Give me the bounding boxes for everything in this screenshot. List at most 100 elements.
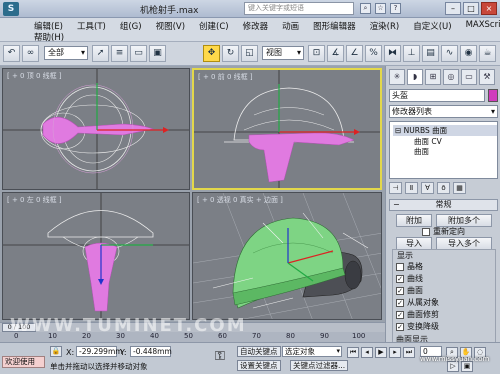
display-curves-label: 曲线 [407, 274, 423, 283]
display-trims-checkbox[interactable]: ✓ 曲面修剪 [396, 309, 439, 320]
menu-views[interactable]: 视图(V) [156, 20, 185, 32]
watermark-text: WWW.TUMINET.COM [10, 315, 247, 336]
viewport-left[interactable]: [ + 0 左 0 线框 ] [2, 192, 190, 320]
percent-snap-icon[interactable]: % [365, 45, 382, 62]
select-object-icon[interactable]: ➚ [92, 45, 109, 62]
y-coord-field[interactable]: -0.448mm [130, 346, 172, 357]
minimize-button[interactable]: – [445, 2, 461, 15]
corner-watermark: www.missyuan.com [420, 355, 490, 363]
menu-tools[interactable]: 工具(T) [77, 20, 106, 32]
viewport-top-label[interactable]: [ + 0 顶 0 线框 ] [7, 71, 62, 81]
reorient-checkbox[interactable]: 重新定向 [422, 226, 465, 237]
render-icon[interactable]: ☕ [479, 45, 496, 62]
viewport-top[interactable]: [ + 0 顶 0 线框 ] [2, 68, 190, 190]
window-crossing-icon[interactable]: ▣ [149, 45, 166, 62]
create-tab-icon[interactable]: ✳ [389, 69, 405, 85]
curve-editor-icon[interactable]: ∿ [441, 45, 458, 62]
utilities-tab-icon[interactable]: ⚒ [479, 69, 495, 85]
select-and-rotate-icon[interactable]: ↻ [222, 45, 239, 62]
go-to-end-icon[interactable]: ⏭ [403, 347, 415, 358]
binoculars-icon[interactable]: ⌕ [360, 3, 371, 14]
viewport-front[interactable]: [ + 0 前 0 线框 ] [192, 68, 382, 190]
rect-selection-icon[interactable]: ▭ [130, 45, 147, 62]
modifier-list-select[interactable]: 修改器列表 [389, 105, 498, 118]
menu-animation[interactable]: 动画 [282, 20, 299, 32]
left-view-drawing [3, 193, 189, 319]
snap-icon[interactable]: ∡ [327, 45, 344, 62]
link-icon[interactable]: ∞ [22, 45, 39, 62]
menu-create[interactable]: 创建(C) [199, 20, 229, 32]
pivot-icon[interactable]: ⊡ [308, 45, 325, 62]
stack-item-surface[interactable]: 曲面 [414, 146, 429, 157]
star-icon[interactable]: ☆ [375, 3, 386, 14]
reference-coord-select[interactable]: 视图 [262, 46, 304, 60]
pin-stack-icon[interactable]: ⊣ [389, 182, 402, 194]
play-icon[interactable]: ▶ [375, 347, 387, 358]
viewport-front-label[interactable]: [ + 0 前 0 线框 ] [198, 72, 253, 82]
general-rollout-header[interactable]: − 常规 [389, 199, 498, 211]
undo-icon[interactable]: ↶ [3, 45, 20, 62]
app-logo[interactable]: S [3, 2, 19, 16]
configure-modifier-sets-icon[interactable]: ▦ [453, 182, 466, 194]
object-color-swatch[interactable] [488, 89, 498, 102]
display-tab-icon[interactable]: ▭ [461, 69, 477, 85]
next-frame-icon[interactable]: ▸ [389, 347, 401, 358]
align-icon[interactable]: ⊥ [403, 45, 420, 62]
x-coord-field[interactable]: -29.299mm [76, 346, 123, 357]
key-filters-button[interactable]: 关键点过滤器... [290, 360, 349, 371]
command-panel: ✳ ◗ ⊞ ◎ ▭ ⚒ 头盔 修改器列表 ⊟ NURBS 曲面 曲面 CV 曲面… [385, 66, 500, 348]
set-key-button[interactable]: 设置关键点 [237, 360, 281, 371]
render-setup-icon[interactable]: ◉ [460, 45, 477, 62]
close-button[interactable]: × [481, 2, 497, 15]
go-to-start-icon[interactable]: ⏮ [347, 347, 359, 358]
maxscript-listener-mini[interactable]: 欢迎使用 [2, 356, 45, 368]
viewport-perspective-label[interactable]: [ + 0 透视 0 真实 + 边面 ] [197, 195, 283, 205]
layer-icon[interactable]: ▤ [422, 45, 439, 62]
viewport-perspective[interactable]: [ + 0 透视 0 真实 + 边面 ] [192, 192, 382, 320]
mirror-icon[interactable]: ⧓ [384, 45, 401, 62]
display-trims-label: 曲面修剪 [407, 310, 439, 319]
display-dependents-checkbox[interactable]: ✓ 从属对象 [396, 297, 439, 308]
degrade-on-transform-box: ✓ [396, 322, 404, 331]
menu-graph-editors[interactable]: 图形编辑器 [313, 20, 356, 32]
select-and-scale-icon[interactable]: ◱ [241, 45, 258, 62]
display-surfaces-checkbox[interactable]: ✓ 曲面 [396, 285, 423, 296]
menu-customize[interactable]: 自定义(U) [413, 20, 451, 32]
reorient-checkbox-box [422, 227, 430, 236]
selection-set-select[interactable]: 选定对象 [282, 346, 342, 357]
search-input[interactable]: 键入关键字或短语 [244, 2, 354, 15]
menu-group[interactable]: 组(G) [120, 20, 142, 32]
auto-key-button[interactable]: 自动关键点 [237, 346, 281, 357]
maximize-button[interactable]: □ [463, 2, 479, 15]
display-surfaces-label: 曲面 [407, 286, 423, 295]
menu-modifiers[interactable]: 修改器 [243, 20, 269, 32]
select-by-name-icon[interactable]: ≡ [111, 45, 128, 62]
modify-tab-icon[interactable]: ◗ [407, 69, 423, 85]
remove-modifier-icon[interactable]: ō [437, 182, 450, 194]
hierarchy-tab-icon[interactable]: ⊞ [425, 69, 441, 85]
y-coord-label: Y: [120, 348, 127, 357]
motion-tab-icon[interactable]: ◎ [443, 69, 459, 85]
make-unique-icon[interactable]: ∀ [421, 182, 434, 194]
window-title: 机枪射手.max [140, 6, 199, 16]
degrade-on-transform-checkbox[interactable]: ✓ 变换降级 [396, 321, 439, 332]
previous-frame-icon[interactable]: ◂ [361, 347, 373, 358]
show-end-result-icon[interactable]: Ⅱ [405, 182, 418, 194]
angle-snap-icon[interactable]: ∠ [346, 45, 363, 62]
display-curves-checkbox[interactable]: ✓ 曲线 [396, 273, 423, 284]
menu-row-1: 编辑(E) 工具(T) 组(G) 视图(V) 创建(C) 修改器 动画 图形编辑… [34, 20, 500, 32]
status-prompt: 单击并拖动以选择并移动对象 [50, 362, 148, 371]
selection-lock-icon[interactable]: 🔒 [50, 346, 62, 357]
menu-rendering[interactable]: 渲染(R) [370, 20, 400, 32]
key-icon[interactable]: ⚿ [215, 349, 225, 364]
selection-filter-select[interactable]: 全部 [44, 46, 88, 60]
select-and-move-icon[interactable]: ✥ [203, 45, 220, 62]
viewport-left-label[interactable]: [ + 0 左 0 线框 ] [7, 195, 62, 205]
main-toolbar: ↶ ∞ 全部 ➚ ≡ ▭ ▣ ✥ ↻ ◱ 视图 ⊡ ∡ ∠ % ⧓ ⊥ ▤ ∿ … [0, 42, 500, 66]
menu-maxscript[interactable]: MAXScript(M) [466, 20, 500, 32]
display-lattices-checkbox[interactable]: 晶格 [396, 261, 423, 272]
object-name-input[interactable]: 头盔 [389, 89, 485, 102]
stack-item-nurbs-surface[interactable]: ⊟ NURBS 曲面 [393, 125, 497, 136]
help-icon[interactable]: ? [390, 3, 401, 14]
viewport-area: [ + 0 顶 0 线框 ] [ + 0 前 0 线框 ] [+ 0 左 0 … [0, 66, 385, 336]
